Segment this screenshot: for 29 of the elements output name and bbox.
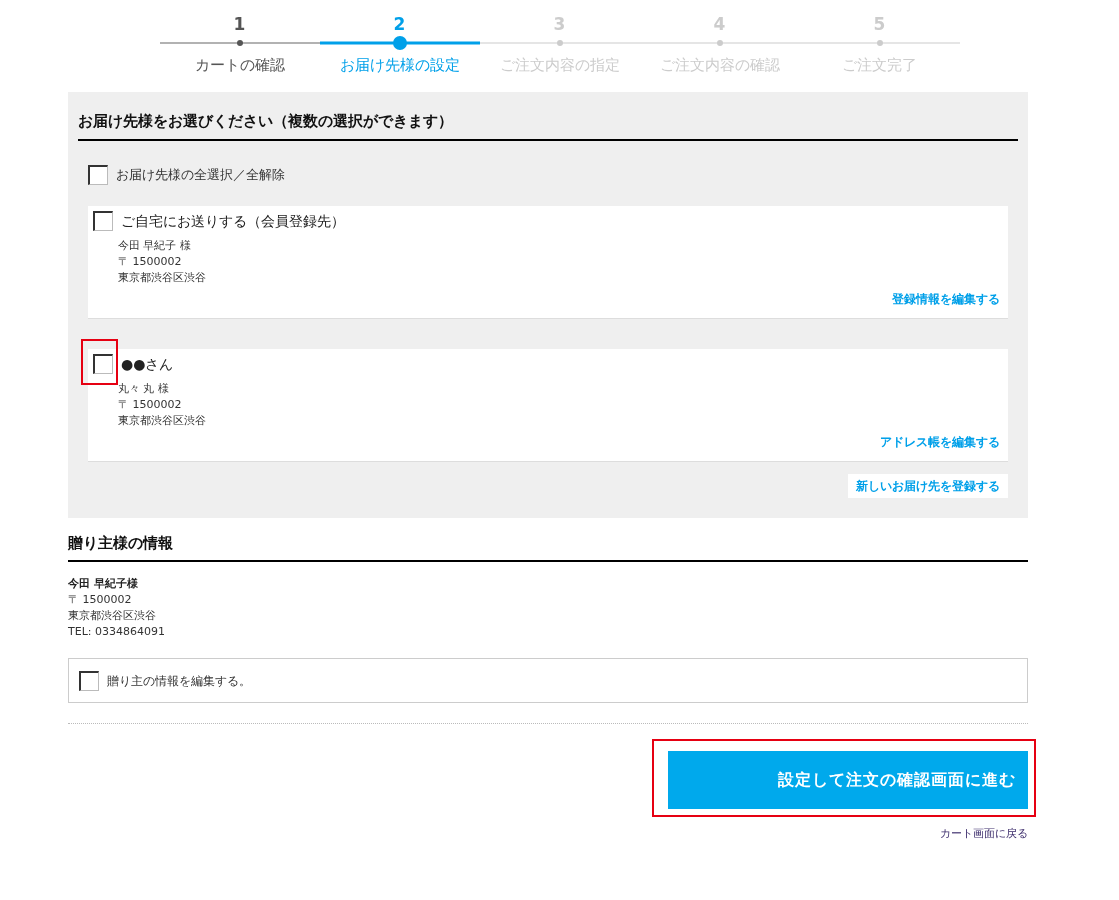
edit-link[interactable]: 登録情報を編集する	[892, 289, 1000, 308]
back-link[interactable]: カート画面に戻る	[940, 826, 1028, 843]
checkbox-label: お届け先様の全選択／全解除	[116, 165, 285, 184]
address-line: 東京都渋谷区渋谷	[118, 412, 207, 429]
edit-sender-option[interactable]: 贈り主の情報を編集する。	[68, 658, 1028, 703]
step-label: カートの確認	[194, 55, 285, 76]
submit-button[interactable]: 設定して注文の確認画面に進む	[668, 751, 1028, 809]
address-line: 丸々 丸 様	[118, 380, 170, 397]
new-address-button[interactable]: 新しいお届け先を登録する	[848, 473, 1008, 498]
address-title: ●●さん	[121, 354, 174, 374]
step-number: 1	[233, 13, 246, 36]
sender-name: 今田 早紀子様	[68, 576, 139, 592]
edit-link[interactable]: アドレス帳を編集する	[880, 432, 1000, 451]
address-line: 今田 早紀子 様	[118, 237, 192, 254]
sender-line: 東京都渋谷区渋谷	[68, 608, 157, 624]
address-line: 〒 1500002	[118, 253, 183, 270]
sender-line: TEL: 0334864091	[68, 624, 166, 640]
step-label: お届け先様の設定	[339, 55, 460, 76]
checkbox[interactable]	[93, 211, 113, 231]
section-heading: 贈り主様の情報	[68, 531, 1028, 562]
sender-line: 〒 1500002	[68, 592, 133, 608]
checkbox[interactable]	[88, 164, 108, 185]
checkbox[interactable]	[93, 354, 113, 374]
step-number: 2	[393, 13, 406, 36]
checkbox[interactable]	[79, 670, 99, 691]
section-heading: お届け先様をお選びください（複数の選択ができます）	[78, 110, 1018, 141]
address-title: ご自宅にお送りする（会員登録先）	[121, 211, 345, 231]
address-line: 東京都渋谷区渋谷	[118, 269, 207, 286]
address-line: 〒 1500002	[118, 396, 183, 413]
